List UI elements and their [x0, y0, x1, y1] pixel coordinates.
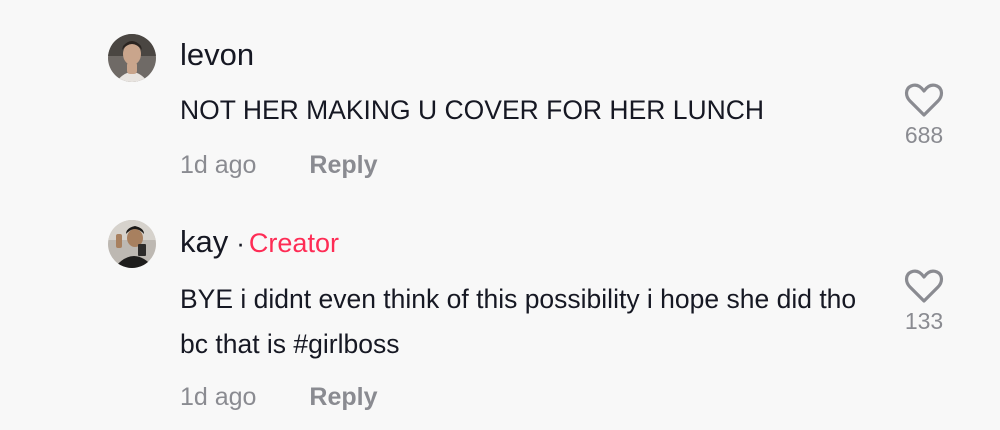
avatar[interactable]: [108, 34, 156, 82]
like-button[interactable]: 133: [892, 268, 956, 335]
reply-button[interactable]: Reply: [309, 151, 377, 179]
comment-text: NOT HER MAKING U COVER FOR HER LUNCH: [180, 95, 765, 125]
username-text[interactable]: kay: [180, 224, 228, 259]
timestamp: 1d ago: [180, 151, 257, 179]
timestamp: 1d ago: [180, 383, 257, 411]
username-text[interactable]: levon: [180, 37, 254, 72]
comment-text: BYE i didnt even think of this possibili…: [180, 284, 857, 359]
like-button[interactable]: 688: [892, 82, 956, 149]
username[interactable]: kay · Creator: [180, 226, 339, 257]
comment-meta: 1d ago Reply: [180, 151, 378, 180]
reply-button[interactable]: Reply: [309, 383, 377, 411]
avatar[interactable]: [108, 220, 156, 268]
like-count: 133: [904, 308, 944, 334]
creator-badge: Creator: [248, 228, 339, 258]
like-count: 688: [904, 122, 944, 148]
heart-outline-icon[interactable]: [904, 268, 944, 304]
separator-dot: ·: [236, 228, 245, 258]
comment-meta: 1d ago Reply: [180, 383, 378, 412]
heart-outline-icon[interactable]: [904, 82, 944, 118]
username[interactable]: levon: [180, 39, 254, 70]
